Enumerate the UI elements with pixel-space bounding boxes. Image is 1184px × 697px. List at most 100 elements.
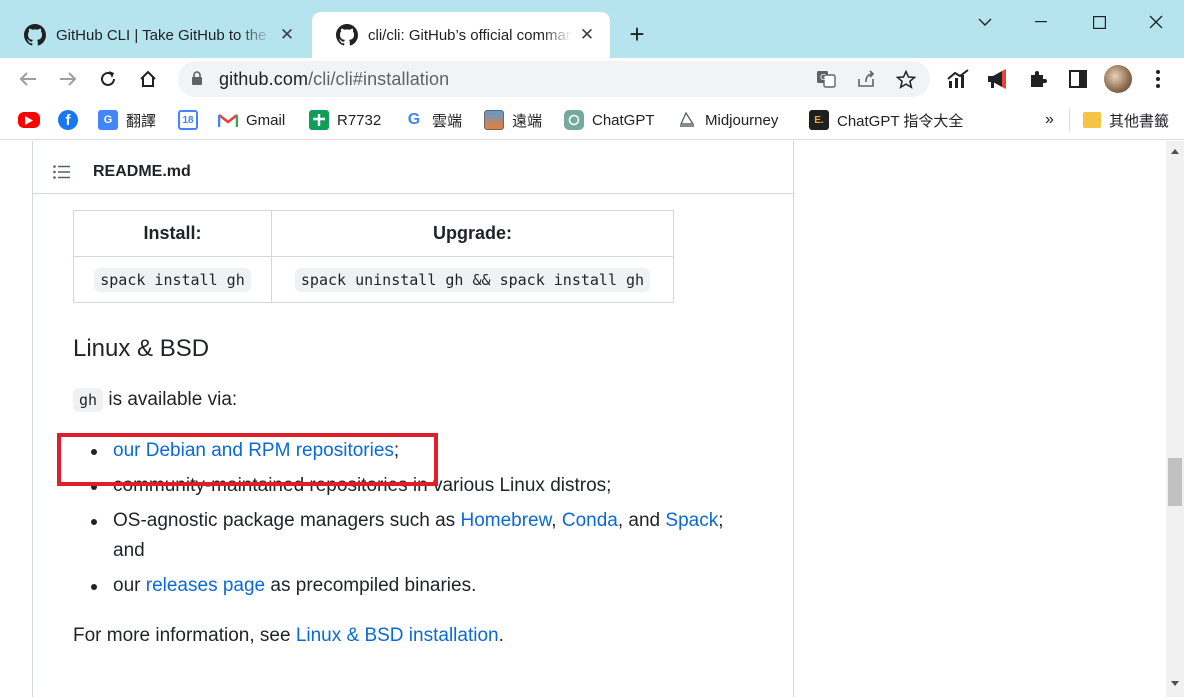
folder-icon (1083, 112, 1101, 128)
google-sheets-icon (309, 110, 329, 130)
back-button[interactable] (14, 65, 42, 93)
youtube-icon (18, 112, 40, 128)
forward-button[interactable] (54, 65, 82, 93)
more-info-text: For more information, see (73, 625, 296, 646)
url-text[interactable]: github.com/cli/cli#installation (219, 69, 449, 90)
bookmark-label: 翻譯 (126, 112, 157, 130)
bookmark-label: 雲端 (432, 112, 463, 130)
outline-list-icon[interactable] (53, 165, 71, 179)
table-row: spack install gh spack uninstall gh && s… (73, 256, 674, 303)
list-item-text: , (551, 510, 562, 531)
readme-filename[interactable]: README.md (93, 163, 191, 181)
chrome-menu-icon[interactable] (1146, 67, 1170, 91)
scrollbar-thumb[interactable] (1168, 458, 1182, 506)
readme-container: README.md Install: Upgrade: spack instal… (32, 141, 794, 697)
bookmark-remote[interactable]: 遠端 (484, 109, 542, 131)
code-install: spack install gh (94, 268, 251, 292)
spack-table: Install: Upgrade: spack install gh spack… (73, 210, 674, 303)
list-item-continuation: and (113, 540, 145, 561)
midjourney-icon (677, 110, 697, 130)
browser-toolbar: github.com/cli/cli#installation G (0, 58, 1184, 100)
highlight-annotation-box (57, 433, 438, 486)
tab-close-icon[interactable]: ✕ (578, 25, 596, 45)
new-tab-button[interactable]: + (622, 20, 652, 50)
share-icon[interactable] (854, 68, 878, 90)
page-scrollbar[interactable] (1166, 141, 1184, 697)
list-item-text: OS-agnostic package managers such as (113, 510, 461, 531)
home-icon (140, 70, 156, 87)
bookmark-drive[interactable]: G 雲端 (404, 109, 462, 131)
chart-extension-icon[interactable] (946, 67, 970, 91)
readme-header: README.md (33, 142, 793, 194)
chevron-down-icon (978, 18, 992, 26)
bookmark-label: ChatGPT (592, 111, 655, 129)
bookmark-label: Midjourney (705, 111, 779, 129)
back-arrow-icon (19, 72, 36, 86)
google-calendar-icon: 18 (178, 110, 198, 130)
megaphone-extension-icon[interactable] (986, 67, 1010, 91)
reload-icon (101, 71, 115, 86)
scroll-up-icon[interactable] (1171, 149, 1179, 154)
facebook-icon: f (58, 110, 78, 130)
reload-button[interactable] (94, 65, 122, 93)
bookmark-youtube[interactable] (18, 109, 48, 131)
bookmark-facebook[interactable]: f (58, 109, 86, 131)
lock-icon[interactable] (191, 71, 203, 86)
bookmarks-overflow-button[interactable]: » (1045, 109, 1054, 131)
more-info-suffix: . (498, 625, 504, 646)
bookmark-r7732[interactable]: R7732 (309, 109, 381, 131)
extensions-puzzle-icon[interactable] (1026, 67, 1050, 91)
github-icon (336, 24, 358, 46)
conda-link[interactable]: Conda (562, 510, 618, 531)
maximize-icon (1092, 15, 1106, 29)
releases-page-link[interactable]: releases page (146, 575, 265, 596)
bookmark-chatgpt-commands[interactable]: E. ChatGPT 指令大全 (809, 109, 963, 131)
availability-text: is available via: (108, 389, 238, 410)
bookmark-star-icon[interactable] (894, 68, 918, 90)
list-item-text: our (113, 575, 146, 596)
tab-github-cli[interactable]: GitHub CLI | Take GitHub to the command … (0, 12, 310, 58)
list-item-text: , and (617, 510, 666, 531)
minimize-icon (1035, 21, 1047, 23)
other-bookmarks-folder[interactable]: 其他書籤 (1083, 109, 1169, 131)
list-item-suffix: ; (718, 510, 724, 531)
table-header: Install: (73, 210, 272, 257)
bookmark-label: R7732 (337, 111, 382, 129)
tab-title: cli/cli: GitHub’s official command line … (368, 26, 572, 44)
gmail-icon (218, 110, 238, 130)
table-header: Upgrade: (271, 210, 674, 257)
close-window-button[interactable] (1131, 6, 1181, 38)
google-translate-icon: G (98, 110, 118, 130)
translate-page-icon[interactable]: G (814, 68, 838, 90)
address-bar[interactable]: github.com/cli/cli#installation G (178, 61, 930, 97)
home-button[interactable] (134, 65, 162, 93)
tab-search-button[interactable] (960, 6, 1010, 38)
url-path: /cli/cli#installation (308, 69, 450, 89)
scroll-down-icon[interactable] (1171, 681, 1179, 686)
e-icon: E. (809, 110, 829, 130)
linux-bsd-heading: Linux & BSD (73, 335, 210, 362)
url-host: github.com (219, 69, 309, 89)
bookmark-chatgpt[interactable]: ChatGPT (564, 109, 655, 131)
bookmark-gmail[interactable]: Gmail (218, 109, 285, 131)
bookmark-calendar[interactable]: 18 (178, 109, 206, 131)
bookmark-translate[interactable]: G 翻譯 (98, 109, 156, 131)
homebrew-link[interactable]: Homebrew (460, 510, 551, 531)
availability-line: gh is available via: (73, 385, 237, 415)
side-panel-icon[interactable] (1066, 67, 1090, 91)
minimize-button[interactable] (1016, 6, 1066, 38)
list-item: our releases page as precompiled binarie… (90, 571, 477, 601)
linux-bsd-installation-link[interactable]: Linux & BSD installation (296, 625, 499, 646)
maximize-button[interactable] (1074, 6, 1124, 38)
bookmark-label: ChatGPT 指令大全 (837, 112, 964, 130)
tab-cli-repo[interactable]: cli/cli: GitHub’s official command line … (312, 12, 610, 58)
tab-title: GitHub CLI | Take GitHub to the command … (56, 26, 272, 44)
tab-close-icon[interactable]: ✕ (278, 25, 296, 45)
profile-avatar[interactable] (1104, 65, 1132, 93)
list-item-text: as precompiled binaries. (265, 575, 477, 596)
page-viewport: README.md Install: Upgrade: spack instal… (0, 141, 1166, 697)
spack-link[interactable]: Spack (665, 510, 718, 531)
bookmark-midjourney[interactable]: Midjourney (677, 109, 778, 131)
browser-titlebar: GitHub CLI | Take GitHub to the command … (0, 0, 1184, 58)
gh-code: gh (73, 388, 104, 412)
